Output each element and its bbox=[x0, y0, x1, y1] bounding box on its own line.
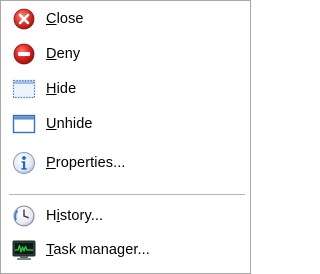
monitor-graph-icon bbox=[11, 237, 37, 263]
menu-item-label: Deny bbox=[46, 46, 81, 62]
menu-item-label: Close bbox=[46, 11, 84, 27]
menu-item-deny[interactable]: Deny bbox=[11, 40, 247, 68]
menu-item-close[interactable]: Close bbox=[11, 5, 247, 33]
menu-item-properties[interactable]: Properties... bbox=[11, 149, 247, 177]
menu-separator bbox=[9, 194, 245, 195]
menu-item-history[interactable]: History... bbox=[11, 202, 247, 230]
deny-icon bbox=[11, 41, 37, 67]
clock-icon bbox=[11, 203, 37, 229]
menu-item-label: Unhide bbox=[46, 116, 93, 132]
menu-item-label: History... bbox=[46, 208, 104, 224]
info-icon bbox=[11, 150, 37, 176]
menu-item-label: Task manager... bbox=[46, 242, 150, 258]
menu-item-task-manager[interactable]: Task manager... bbox=[11, 236, 247, 264]
menu-item-unhide[interactable]: Unhide bbox=[11, 110, 247, 138]
menu-item-hide[interactable]: Hide bbox=[11, 75, 247, 103]
menu-item-label: Properties... bbox=[46, 155, 126, 171]
context-menu: Close Deny Hide Unhide Properties... His… bbox=[0, 0, 251, 274]
hide-window-icon bbox=[11, 76, 37, 102]
unhide-window-icon bbox=[11, 111, 37, 137]
menu-item-label: Hide bbox=[46, 81, 77, 97]
close-icon bbox=[11, 6, 37, 32]
